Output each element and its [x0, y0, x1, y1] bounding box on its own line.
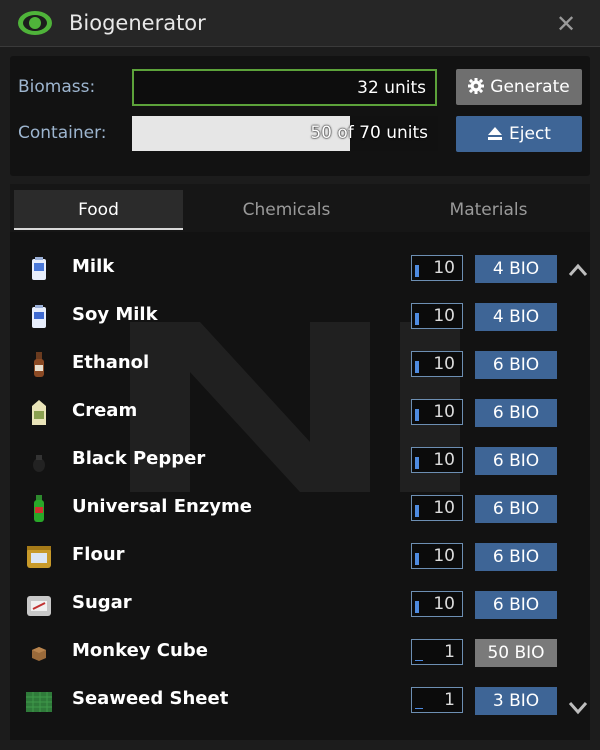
quantity-value: 10 — [433, 450, 455, 470]
eye-icon — [18, 11, 52, 35]
produce-button[interactable]: 4 BIO — [475, 255, 557, 283]
container-progress-bar: 50 of 70 units — [132, 116, 438, 151]
item-name: Universal Enzyme — [72, 496, 252, 517]
quantity-input[interactable]: 10 — [411, 495, 463, 521]
scroll-up-icon[interactable] — [568, 262, 588, 278]
tab-chemicals[interactable]: Chemicals — [202, 190, 371, 230]
quantity-level-indicator — [415, 708, 423, 709]
quantity-value: 10 — [433, 498, 455, 518]
quantity-level-indicator — [415, 553, 419, 565]
produce-button[interactable]: 4 BIO — [475, 303, 557, 331]
produce-button[interactable]: 3 BIO — [475, 687, 557, 715]
quantity-level-indicator — [415, 505, 419, 517]
soy-milk-carton-icon — [32, 305, 46, 328]
monkey-cube-icon — [32, 647, 46, 661]
enzyme-bottle-icon — [34, 495, 44, 522]
list-item: Sugar 10 6 BIO — [10, 580, 570, 628]
quantity-value: 10 — [433, 546, 455, 566]
quantity-level-indicator — [415, 457, 419, 469]
list-item: Seaweed Sheet 1 3 BIO — [10, 676, 570, 724]
quantity-value: 10 — [433, 306, 455, 326]
close-button[interactable]: ✕ — [553, 11, 579, 37]
biomass-value: 32 units — [357, 78, 426, 98]
quantity-level-indicator — [415, 265, 419, 277]
title-bar: Biogenerator ✕ — [0, 0, 600, 47]
quantity-input[interactable]: 10 — [411, 543, 463, 569]
quantity-input[interactable]: 1 — [411, 639, 463, 665]
list-item: Milk 10 4 BIO — [10, 244, 570, 292]
quantity-value: 1 — [444, 690, 455, 710]
item-name: Soy Milk — [72, 304, 158, 325]
generate-label: Generate — [490, 77, 570, 97]
produce-button[interactable]: 6 BIO — [475, 543, 557, 571]
window-title: Biogenerator — [69, 11, 206, 35]
list-item: Black Pepper 10 6 BIO — [10, 436, 570, 484]
item-name: Seaweed Sheet — [72, 688, 229, 709]
eject-icon — [488, 127, 503, 140]
quantity-level-indicator — [415, 409, 419, 421]
produce-button[interactable]: 6 BIO — [475, 591, 557, 619]
list-item: Cream 10 6 BIO — [10, 388, 570, 436]
quantity-level-indicator — [415, 361, 419, 373]
pepper-shaker-icon — [33, 455, 45, 472]
biomass-label: Biomass: — [18, 77, 96, 97]
list-item: Soy Milk 10 4 BIO — [10, 292, 570, 340]
quantity-input[interactable]: 10 — [411, 351, 463, 377]
tab-materials[interactable]: Materials — [404, 190, 573, 230]
list-item: Monkey Cube 1 50 BIO — [10, 628, 570, 676]
item-name: Milk — [72, 256, 115, 277]
biomass-bar: 32 units — [132, 69, 437, 106]
list-item: Universal Enzyme 10 6 BIO — [10, 484, 570, 532]
item-list[interactable]: Milk 10 4 BIO Soy Milk 10 4 BIO Ethanol 10 6 BIO… — [10, 232, 590, 740]
quantity-input[interactable]: 10 — [411, 303, 463, 329]
seaweed-sheet-icon — [26, 692, 52, 712]
produce-button[interactable]: 6 BIO — [475, 351, 557, 379]
sugar-bag-icon — [27, 596, 51, 616]
category-tabs: Food Chemicals Materials — [10, 184, 590, 232]
flour-bag-icon — [27, 546, 51, 568]
gear-icon — [468, 78, 485, 94]
produce-button[interactable]: 6 BIO — [475, 447, 557, 475]
cream-carton-icon — [32, 400, 46, 425]
item-name: Black Pepper — [72, 448, 206, 469]
item-name: Ethanol — [72, 352, 150, 373]
quantity-input[interactable]: 10 — [411, 399, 463, 425]
scroll-down-icon[interactable] — [568, 700, 588, 716]
quantity-value: 1 — [444, 642, 455, 662]
item-name: Cream — [72, 400, 138, 421]
item-name: Monkey Cube — [72, 640, 208, 661]
quantity-input[interactable]: 10 — [411, 447, 463, 473]
container-value: 50 of 70 units — [310, 123, 428, 143]
produce-button[interactable]: 50 BIO — [475, 639, 557, 667]
generate-button[interactable]: Generate — [456, 69, 582, 105]
quantity-value: 10 — [433, 594, 455, 614]
list-item: Ethanol 10 6 BIO — [10, 340, 570, 388]
quantity-value: 10 — [433, 354, 455, 374]
milk-carton-icon — [32, 257, 46, 280]
produce-button[interactable]: 6 BIO — [475, 495, 557, 523]
quantity-level-indicator — [415, 313, 419, 325]
eject-label: Eject — [509, 124, 551, 144]
produce-button[interactable]: 6 BIO — [475, 399, 557, 427]
eject-button[interactable]: Eject — [456, 116, 582, 152]
item-name: Sugar — [72, 592, 132, 613]
quantity-level-indicator — [415, 601, 419, 613]
item-name: Flour — [72, 544, 125, 565]
quantity-value: 10 — [433, 402, 455, 422]
quantity-input[interactable]: 1 — [411, 687, 463, 713]
quantity-value: 10 — [433, 258, 455, 278]
container-label: Container: — [18, 123, 107, 143]
quantity-input[interactable]: 10 — [411, 591, 463, 617]
tab-food[interactable]: Food — [14, 190, 183, 230]
quantity-input[interactable]: 10 — [411, 255, 463, 281]
list-item: Flour 10 6 BIO — [10, 532, 570, 580]
ethanol-bottle-icon — [34, 352, 44, 377]
quantity-level-indicator — [415, 660, 423, 661]
status-panel: Biomass: 32 units Container: 50 of 70 un… — [10, 56, 590, 176]
